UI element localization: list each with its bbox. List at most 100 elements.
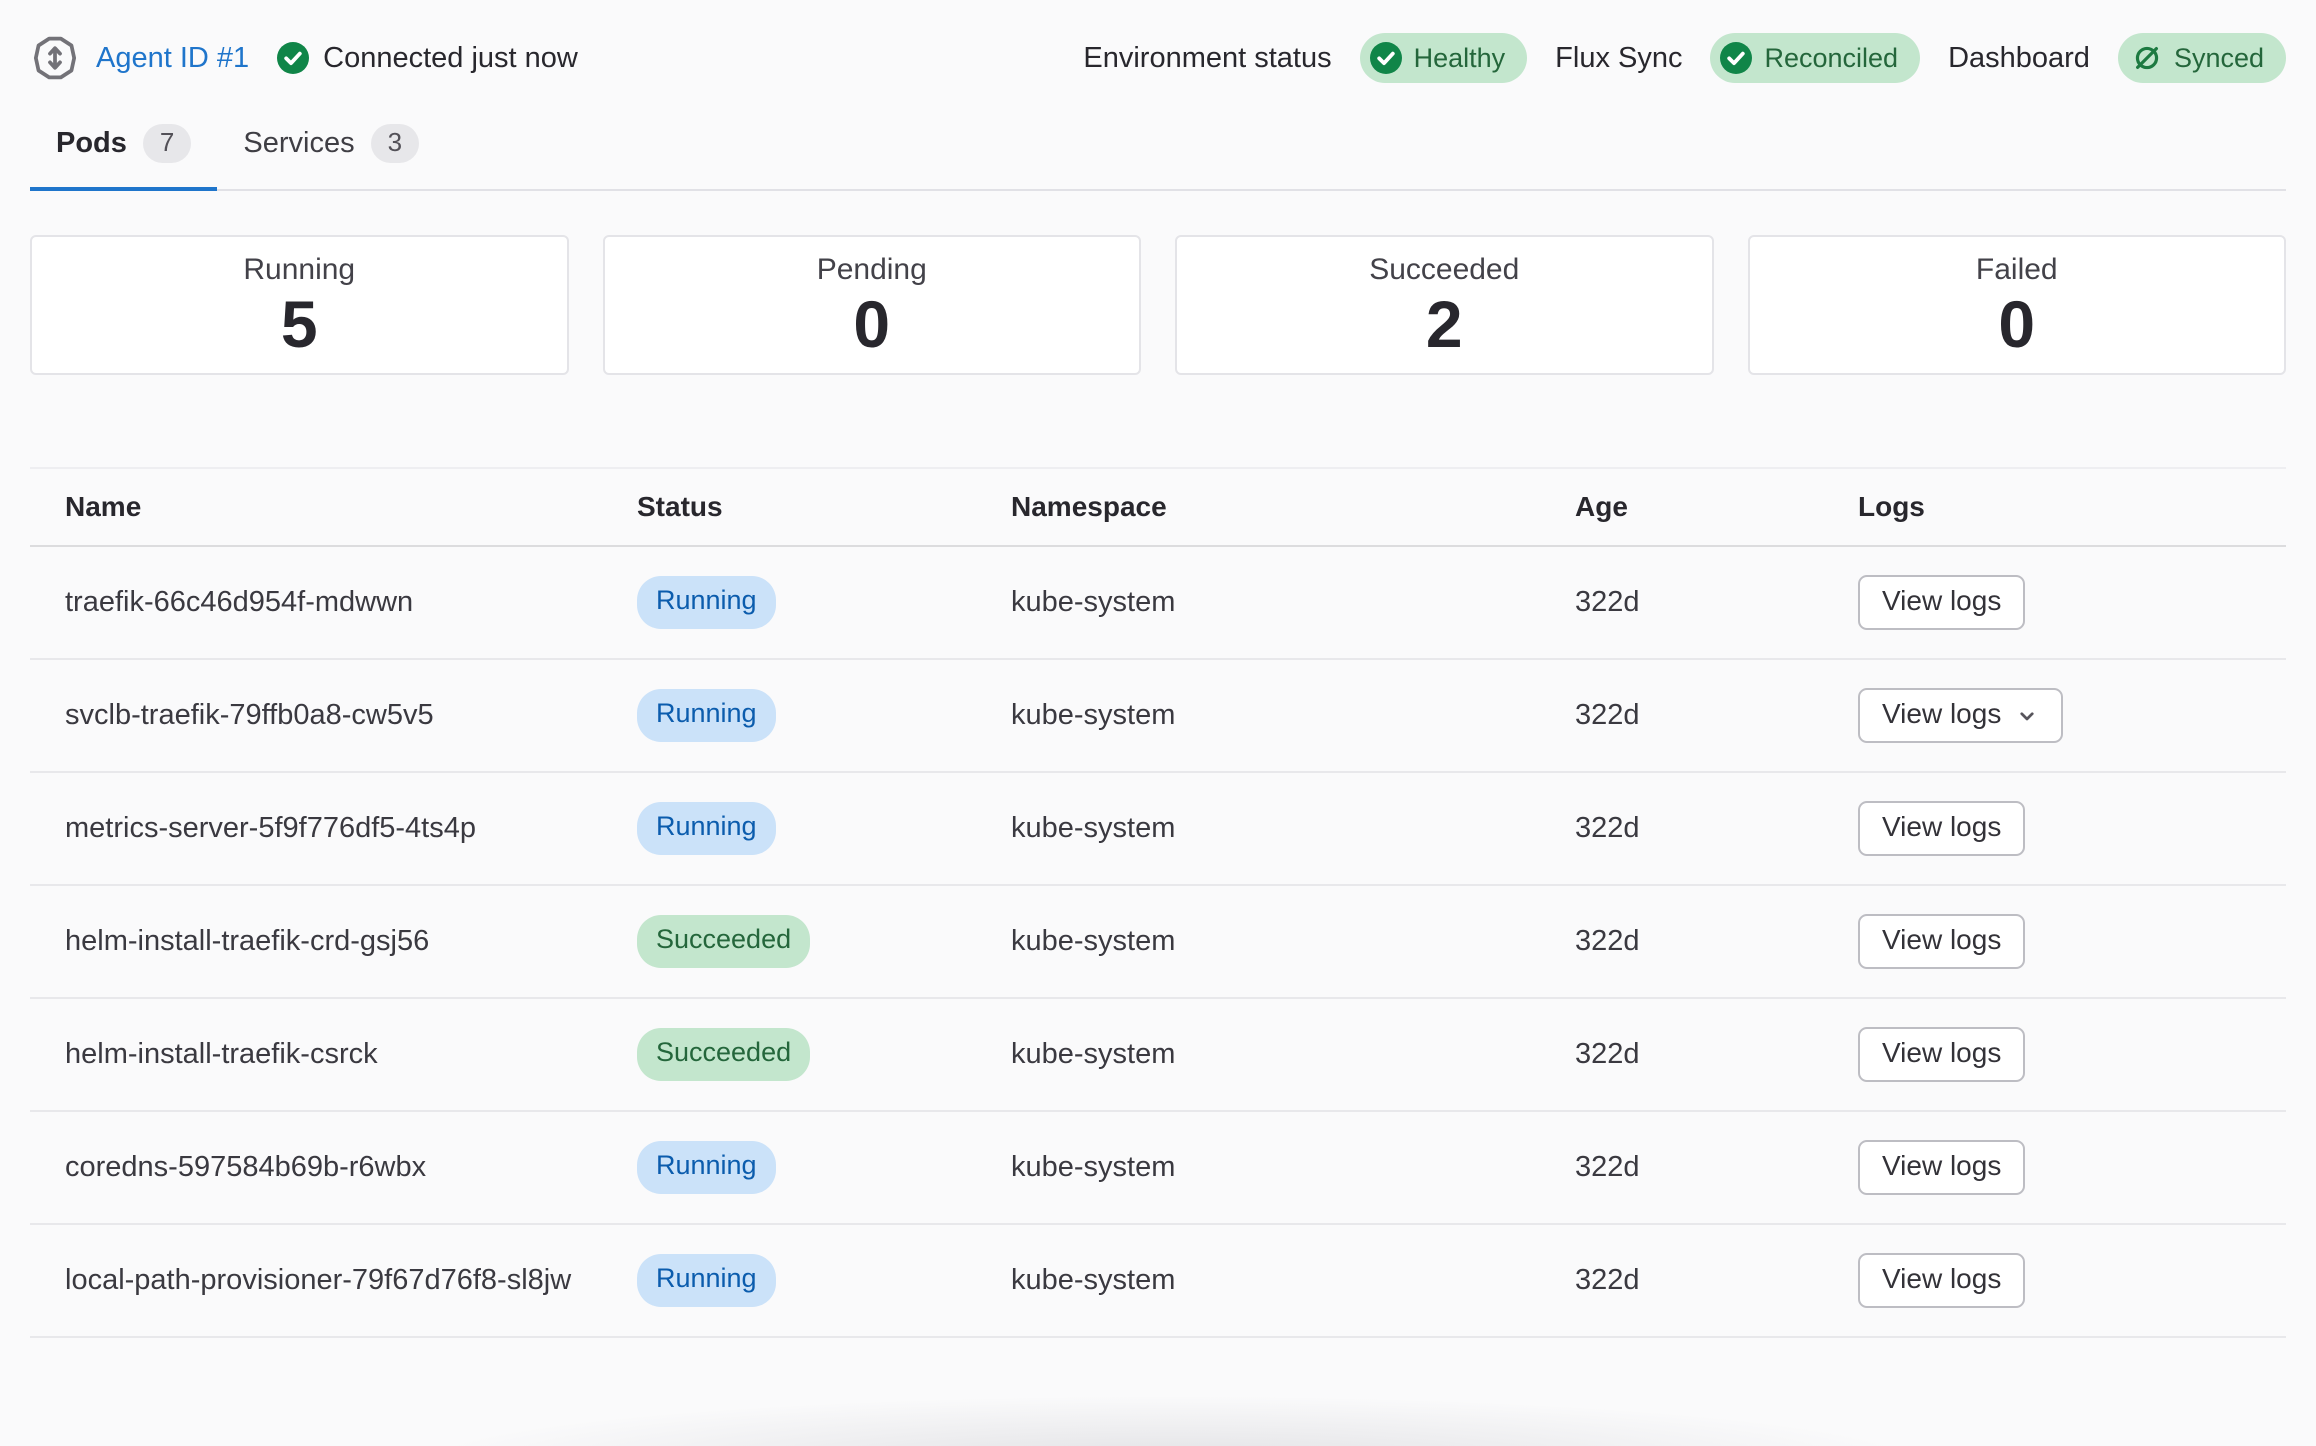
pod-name: metrics-server-5f9f776df5-4ts4p xyxy=(30,807,637,849)
column-header-logs: Logs xyxy=(1858,491,2286,523)
view-logs-button[interactable]: View logs xyxy=(1858,914,2025,969)
view-logs-label: View logs xyxy=(1882,811,2001,843)
pod-namespace: kube-system xyxy=(1011,920,1575,962)
table-row: svclb-traefik-79ffb0a8-cw5v5 Running kub… xyxy=(30,660,2286,773)
view-logs-label: View logs xyxy=(1882,698,2001,730)
sync-slash-circle-icon xyxy=(2132,43,2162,73)
stat-value: 5 xyxy=(281,291,318,357)
table-row: coredns-597584b69b-r6wbx Running kube-sy… xyxy=(30,1112,2286,1225)
connection-status: Connected just now xyxy=(277,42,578,75)
pod-name: traefik-66c46d954f-mdwwn xyxy=(30,581,637,623)
stat-label: Pending xyxy=(817,253,927,287)
tab-pods[interactable]: Pods 7 xyxy=(30,110,217,191)
column-header-status: Status xyxy=(637,491,1011,523)
agent-dashboard-page: Agent ID #1 Connected just now Environme… xyxy=(0,0,2316,1446)
view-logs-label: View logs xyxy=(1882,924,2001,956)
stat-value: 2 xyxy=(1426,291,1463,357)
environment-status-value: Healthy xyxy=(1414,43,1506,74)
stat-card-failed: Failed 0 xyxy=(1748,235,2287,375)
pod-namespace: kube-system xyxy=(1011,1033,1575,1075)
stat-label: Failed xyxy=(1976,253,2058,287)
pod-name: helm-install-traefik-csrck xyxy=(30,1033,637,1075)
status-badge: Running xyxy=(637,1254,776,1306)
tab-services-count: 3 xyxy=(371,124,419,163)
table-row: traefik-66c46d954f-mdwwn Running kube-sy… xyxy=(30,547,2286,660)
pod-name: svclb-traefik-79ffb0a8-cw5v5 xyxy=(30,694,637,736)
pod-age: 322d xyxy=(1575,1259,1858,1301)
stat-value: 0 xyxy=(853,291,890,357)
stat-card-running: Running 5 xyxy=(30,235,569,375)
check-circle-icon xyxy=(277,42,309,74)
chevron-down-icon xyxy=(2015,700,2039,728)
view-logs-button[interactable]: View logs xyxy=(1858,1027,2025,1082)
stat-label: Succeeded xyxy=(1369,253,1519,287)
table-row: local-path-provisioner-79f67d76f8-sl8jw … xyxy=(30,1225,2286,1338)
column-header-age: Age xyxy=(1575,491,1858,523)
view-logs-label: View logs xyxy=(1882,585,2001,617)
environment-status-label: Environment status xyxy=(1083,42,1331,75)
bottom-shade xyxy=(0,1326,2316,1446)
pods-table: Name Status Namespace Age Logs traefik-6… xyxy=(30,467,2286,1338)
pod-age: 322d xyxy=(1575,1146,1858,1188)
status-badge: Succeeded xyxy=(637,1028,810,1080)
pod-namespace: kube-system xyxy=(1011,1259,1575,1301)
view-logs-button[interactable]: View logs xyxy=(1858,801,2025,856)
environment-status-badge: Healthy xyxy=(1360,33,1528,83)
agent-link[interactable]: Agent ID #1 xyxy=(96,42,249,75)
dashboard-sync-badge: Synced xyxy=(2118,33,2286,83)
pod-age: 322d xyxy=(1575,694,1858,736)
view-logs-button[interactable]: View logs xyxy=(1858,688,2063,743)
pod-name: local-path-provisioner-79f67d76f8-sl8jw xyxy=(30,1259,637,1301)
view-logs-label: View logs xyxy=(1882,1150,2001,1182)
pod-age: 322d xyxy=(1575,1033,1858,1075)
agent-hexagon-arrows-icon xyxy=(30,33,80,83)
status-badge: Running xyxy=(637,802,776,854)
pod-namespace: kube-system xyxy=(1011,807,1575,849)
resource-tabs: Pods 7 Services 3 xyxy=(30,110,2286,191)
status-badge: Running xyxy=(637,689,776,741)
flux-sync-label: Flux Sync xyxy=(1555,42,1682,75)
table-row: helm-install-traefik-crd-gsj56 Succeeded… xyxy=(30,886,2286,999)
check-circle-icon xyxy=(1370,42,1402,74)
tab-services-label: Services xyxy=(243,127,354,160)
pods-table-body: traefik-66c46d954f-mdwwn Running kube-sy… xyxy=(30,547,2286,1338)
pod-age: 322d xyxy=(1575,807,1858,849)
check-circle-icon xyxy=(1720,42,1752,74)
tab-services[interactable]: Services 3 xyxy=(217,110,445,191)
pod-namespace: kube-system xyxy=(1011,694,1575,736)
column-header-name: Name xyxy=(30,491,637,523)
table-row: helm-install-traefik-csrck Succeeded kub… xyxy=(30,999,2286,1112)
pod-age: 322d xyxy=(1575,920,1858,962)
view-logs-button[interactable]: View logs xyxy=(1858,1253,2025,1308)
flux-sync-badge: Reconciled xyxy=(1710,33,1920,83)
connection-status-text: Connected just now xyxy=(323,42,578,75)
dashboard-label: Dashboard xyxy=(1948,42,2090,75)
view-logs-button[interactable]: View logs xyxy=(1858,575,2025,630)
topbar: Agent ID #1 Connected just now Environme… xyxy=(0,0,2316,86)
pods-table-header: Name Status Namespace Age Logs xyxy=(30,469,2286,547)
stat-card-pending: Pending 0 xyxy=(603,235,1142,375)
view-logs-button[interactable]: View logs xyxy=(1858,1140,2025,1195)
tab-pods-label: Pods xyxy=(56,127,127,160)
stat-value: 0 xyxy=(1998,291,2035,357)
pod-name: helm-install-traefik-crd-gsj56 xyxy=(30,920,637,962)
environment-summary: Environment status Healthy Flux Sync xyxy=(1083,33,2286,83)
status-badge: Running xyxy=(637,576,776,628)
view-logs-label: View logs xyxy=(1882,1037,2001,1069)
column-header-namespace: Namespace xyxy=(1011,491,1575,523)
pod-namespace: kube-system xyxy=(1011,1146,1575,1188)
pod-namespace: kube-system xyxy=(1011,581,1575,623)
stat-card-succeeded: Succeeded 2 xyxy=(1175,235,1714,375)
dashboard-sync-value: Synced xyxy=(2174,43,2264,74)
agent-summary: Agent ID #1 Connected just now xyxy=(30,33,578,83)
stat-label: Running xyxy=(243,253,355,287)
pod-name: coredns-597584b69b-r6wbx xyxy=(30,1146,637,1188)
flux-sync-value: Reconciled xyxy=(1764,43,1898,74)
tab-pods-count: 7 xyxy=(143,124,191,163)
pod-status-summary: Running 5 Pending 0 Succeeded 2 Failed 0 xyxy=(30,235,2286,375)
table-row: metrics-server-5f9f776df5-4ts4p Running … xyxy=(30,773,2286,886)
pod-age: 322d xyxy=(1575,581,1858,623)
status-badge: Succeeded xyxy=(637,915,810,967)
status-badge: Running xyxy=(637,1141,776,1193)
view-logs-label: View logs xyxy=(1882,1263,2001,1295)
